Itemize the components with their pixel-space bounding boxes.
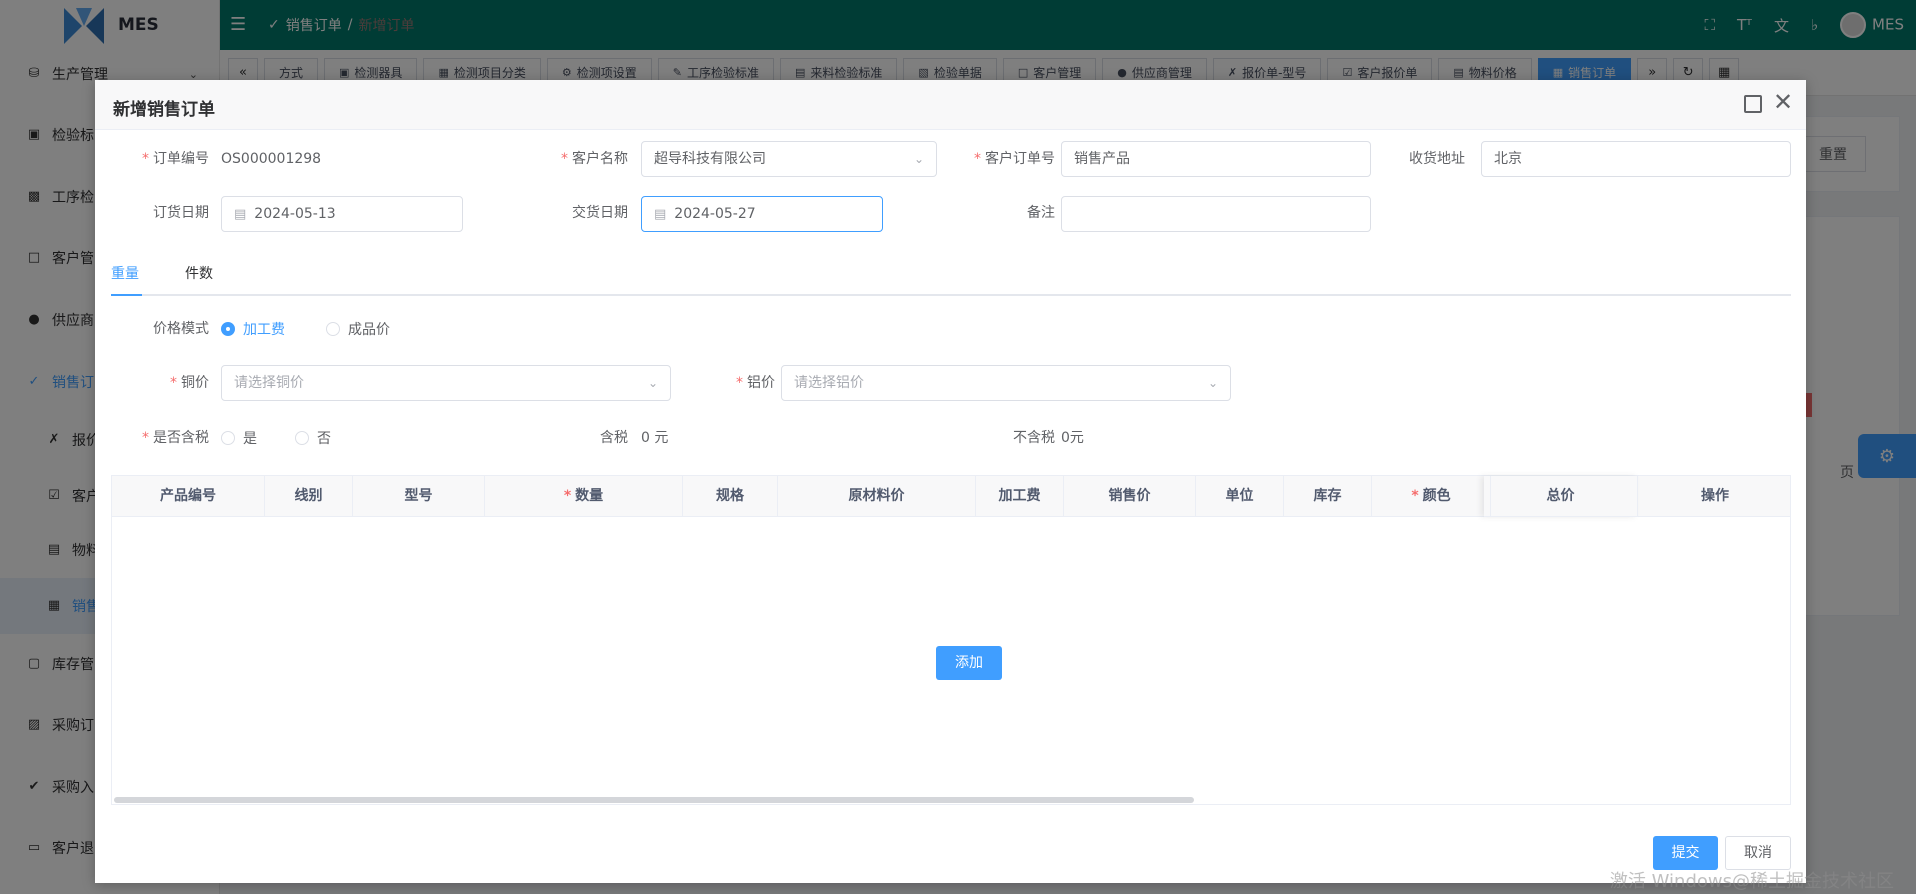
column-header: 总价 (1484, 476, 1638, 517)
column-header: 型号 (353, 476, 485, 517)
delivery-date-label: 交货日期 (572, 205, 628, 221)
customer-order-no-label: * 客户订单号 (974, 151, 1055, 167)
product-table: 产品编号 线别 型号 * 数量 规格 原材料价 加工费 销售价 单位 库存 * 颜色… (111, 475, 1791, 805)
calendar-icon: ▤ (654, 207, 667, 222)
remark-input[interactable] (1061, 196, 1371, 232)
column-header: 库存 (1284, 476, 1372, 517)
column-header: 规格 (683, 476, 778, 517)
tab-active-bar (111, 294, 142, 296)
radio-icon (295, 431, 309, 445)
radio-checked-icon (221, 322, 235, 336)
order-date-picker[interactable]: ▤ 2024-05-13 (221, 196, 463, 232)
column-header: 销售价 (1064, 476, 1196, 517)
tax-radio-yes[interactable]: 是 (221, 421, 257, 455)
chevron-down-icon: ⌄ (647, 376, 658, 390)
tax-included-label: * 是否含税 (142, 430, 209, 446)
remark-label: 备注 (1027, 205, 1055, 221)
copper-price-label: * 铜价 (170, 375, 209, 391)
price-mode-radio-finished[interactable]: 成品价 (326, 312, 390, 346)
with-tax-label: 含税 (600, 430, 628, 446)
table-header: 产品编号 线别 型号 * 数量 规格 原材料价 加工费 销售价 单位 库存 * 颜色… (112, 476, 1790, 517)
cancel-button[interactable]: 取消 (1725, 836, 1791, 870)
dialog-header: 新增销售订单 ✕ (95, 80, 1806, 130)
address-input[interactable]: 北京 (1481, 141, 1791, 177)
aluminum-price-select[interactable]: 请选择铝价 ⌄ (781, 365, 1231, 401)
tab-weight[interactable]: 重量 (111, 254, 139, 296)
column-header: 原材料价 (778, 476, 976, 517)
radio-icon (326, 322, 340, 336)
chevron-down-icon: ⌄ (1207, 376, 1218, 390)
customer-name-label: * 客户名称 (561, 151, 628, 167)
address-label: 收货地址 (1409, 151, 1465, 167)
close-icon[interactable]: ✕ (1770, 90, 1796, 116)
column-header: 产品编号 (112, 476, 265, 517)
watermark: 激活 Windows@稀土掘金技术社区 (1609, 871, 1894, 892)
customer-name-select[interactable]: 超导科技有限公司 ⌄ (641, 141, 937, 177)
calendar-icon: ▤ (234, 207, 247, 222)
column-header: * 数量 (485, 476, 683, 517)
radio-icon (221, 431, 235, 445)
submit-button[interactable]: 提交 (1653, 836, 1718, 870)
copper-price-select[interactable]: 请选择铜价 ⌄ (221, 365, 671, 401)
price-mode-label: 价格模式 (153, 321, 209, 337)
tabs: 重量 件数 (111, 254, 1791, 296)
add-row-button[interactable]: 添加 (936, 646, 1002, 680)
with-tax-value: 0 元 (641, 430, 669, 446)
order-date-label: 订货日期 (153, 205, 209, 221)
price-mode-radio-processing[interactable]: 加工费 (221, 312, 285, 346)
column-header: 操作 (1701, 488, 1729, 504)
tax-radio-no[interactable]: 否 (295, 421, 331, 455)
column-header: 单位 (1196, 476, 1284, 517)
without-tax-value: 0元 (1061, 430, 1084, 446)
tab-pieces[interactable]: 件数 (185, 254, 213, 296)
maximize-icon[interactable] (1744, 95, 1762, 113)
column-header: * 颜色 (1372, 476, 1491, 517)
column-header: 加工费 (976, 476, 1064, 517)
delivery-date-picker[interactable]: ▤ 2024-05-27 (641, 196, 883, 232)
horizontal-scrollbar[interactable] (114, 797, 1194, 803)
order-no-value: OS000001298 (221, 151, 322, 167)
chevron-down-icon: ⌄ (913, 152, 924, 166)
new-sales-order-dialog: 新增销售订单 ✕ * 订单编号 OS000001298 * 客户名称 超导科技有限公… (95, 80, 1806, 883)
order-no-label: * 订单编号 (142, 151, 209, 167)
column-header: 线别 (265, 476, 353, 517)
without-tax-label: 不含税 (1013, 430, 1055, 446)
customer-order-no-input[interactable]: 销售产品 (1061, 141, 1371, 177)
aluminum-price-label: * 铝价 (736, 375, 775, 391)
dialog-title: 新增销售订单 (113, 100, 215, 120)
